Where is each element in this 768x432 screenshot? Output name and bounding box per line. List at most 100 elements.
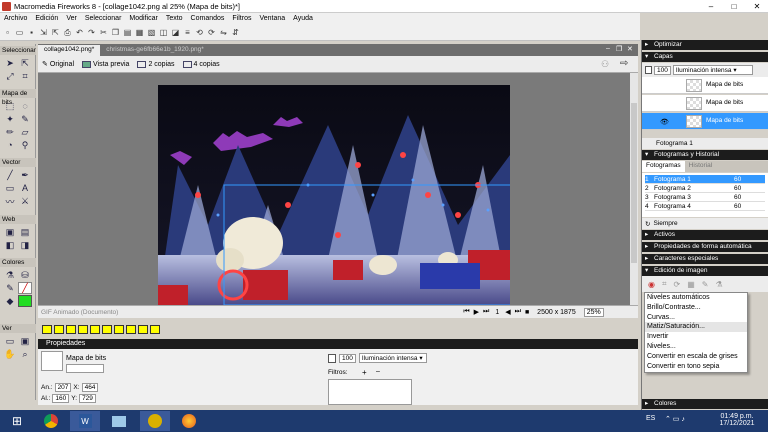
loop-setting[interactable]: Siempre	[653, 220, 677, 227]
panel-optimizar[interactable]: Optimizar	[642, 40, 768, 50]
panel-edicion-imagen[interactable]: Edición de imagen	[642, 266, 768, 276]
panel-caracteres[interactable]: Caracteres especiales	[642, 254, 768, 264]
fireworks-taskbar-icon[interactable]	[140, 411, 170, 431]
panel-fotogramas[interactable]: Fotogramas y Historial	[642, 150, 768, 160]
menu-modificar[interactable]: Modificar	[125, 13, 161, 25]
word-taskbar-icon[interactable]: W	[70, 411, 100, 431]
menu-ver[interactable]: Ver	[62, 13, 81, 25]
tab-fotogramas[interactable]: Fotogramas	[642, 161, 685, 172]
next-frame-button[interactable]: ⏭	[483, 308, 489, 316]
canvas-vertical-scrollbar[interactable]	[630, 73, 638, 305]
cut-icon[interactable]: ✂	[98, 27, 109, 38]
menu-item-sepia[interactable]: Convertir en tono sepia	[645, 362, 747, 372]
doc-minimize-button[interactable]: –	[606, 45, 610, 52]
panel-propiedades-forma[interactable]: Propiedades de forma automática	[642, 242, 768, 252]
bring-front-icon[interactable]	[138, 324, 148, 334]
pencil-tool-icon[interactable]: ✏	[3, 126, 17, 138]
hotspot-tool-icon[interactable]: ▣	[3, 226, 17, 238]
christmas-collage-image[interactable]	[158, 85, 510, 305]
text-tool-icon[interactable]: A	[18, 182, 32, 194]
frame-row[interactable]: 3 Fotograma 3 60	[645, 193, 765, 202]
lasso-tool-icon[interactable]: ◌	[18, 100, 32, 112]
pen-tool-icon[interactable]: ✒	[18, 169, 32, 181]
layer-row-selected[interactable]: 👁 Mapa de bits	[642, 113, 768, 130]
width-input[interactable]: 207	[54, 383, 72, 392]
rotate-right-icon[interactable]: ⟳	[206, 27, 217, 38]
align-left-icon[interactable]	[42, 324, 52, 334]
magic-wand-tool-icon[interactable]: ✦	[3, 113, 17, 125]
no-stroke-swatch-icon[interactable]: ╱	[18, 282, 32, 294]
hand-tool-icon[interactable]: ✋	[3, 348, 17, 360]
crop-icon[interactable]: ⌗	[662, 279, 667, 289]
new-file-icon[interactable]: ▫	[2, 27, 13, 38]
tab-collage1042[interactable]: collage1042.png*	[38, 45, 101, 56]
standard-mode-icon[interactable]: ▭	[3, 335, 17, 347]
scale-tool-icon[interactable]: ⤢	[3, 70, 17, 82]
eye-icon[interactable]: 👁	[660, 118, 669, 126]
align-icon[interactable]: ≡	[182, 27, 193, 38]
y-input[interactable]: 729	[79, 394, 96, 403]
align-top-icon[interactable]	[78, 324, 88, 334]
first-frame-button[interactable]: ⏮	[463, 308, 469, 316]
x-input[interactable]: 464	[81, 383, 99, 392]
distribute-h-icon[interactable]	[114, 324, 124, 334]
flip-horizontal-icon[interactable]: ⇋	[218, 27, 229, 38]
tray-icons[interactable]: ⌃ ▭ ♪	[665, 415, 685, 423]
freeform-tool-icon[interactable]: 〰	[3, 195, 17, 207]
document-size-label[interactable]: 2500 x 1875	[537, 309, 576, 316]
tab-historial[interactable]: Historial	[685, 161, 716, 172]
paint-bucket-tool-icon[interactable]: ⛁	[18, 269, 32, 281]
canvas-area[interactable]	[38, 73, 630, 305]
layer-row[interactable]: Mapa de bits	[642, 95, 768, 112]
brush-tool-icon[interactable]: ✎	[18, 113, 32, 125]
marquee-tool-icon[interactable]: ⬚	[3, 100, 17, 112]
tab-christmas[interactable]: christmas-ge6fb66e1b_1920.png*	[100, 45, 210, 56]
frame-row[interactable]: 4 Fotograma 4 60	[645, 202, 765, 211]
maximize-button[interactable]: □	[723, 0, 745, 13]
menu-ventana[interactable]: Ventana	[255, 13, 289, 25]
flip-vertical-icon[interactable]: ⇵	[230, 27, 241, 38]
panel-colores[interactable]: Colores	[642, 399, 768, 409]
fill-color-icon[interactable]: ◆	[3, 295, 17, 307]
group-icon[interactable]: ▦	[134, 27, 145, 38]
onion-skin-icon[interactable]: ⚇	[601, 59, 609, 70]
view-4up-button[interactable]: 4 copias	[182, 60, 220, 68]
open-file-icon[interactable]: ▭	[14, 27, 25, 38]
print-icon[interactable]: ⎙	[62, 27, 73, 38]
eraser-tool-icon[interactable]: ▱	[18, 126, 32, 138]
knife-tool-icon[interactable]: ⚔	[18, 195, 32, 207]
menu-item-levels[interactable]: Niveles...	[645, 342, 747, 352]
last-frame-button[interactable]: ⏭	[515, 308, 521, 316]
align-bottom-icon[interactable]	[102, 324, 112, 334]
eyedropper-tool-icon[interactable]: ⚗	[3, 269, 17, 281]
layer-opacity-input[interactable]: 100	[654, 65, 671, 75]
send-back-icon[interactable]	[150, 324, 160, 334]
menu-archivo[interactable]: Archivo	[0, 13, 31, 25]
align-center-icon[interactable]	[54, 324, 64, 334]
red-eye-icon[interactable]: ◉	[648, 280, 655, 289]
subselect-tool-icon[interactable]: ⇱	[18, 57, 32, 69]
menu-filtros[interactable]: Filtros	[228, 13, 255, 25]
slice-tool-icon[interactable]: ▤	[18, 226, 32, 238]
layer-blend-dropdown[interactable]: Iluminación intensa ▾	[672, 65, 753, 75]
export-icon[interactable]: ⇱	[50, 27, 61, 38]
menu-item-grayscale[interactable]: Convertir en escala de grises	[645, 352, 747, 362]
paste-icon[interactable]: ▤	[122, 27, 133, 38]
zoom-tool-icon[interactable]: ⌕	[18, 348, 32, 360]
chrome-taskbar-icon[interactable]	[36, 411, 66, 431]
import-icon[interactable]: ⇲	[38, 27, 49, 38]
panel-capas[interactable]: Capas	[642, 52, 768, 62]
filters-list[interactable]	[328, 379, 412, 405]
object-name-input[interactable]	[66, 364, 104, 373]
align-right-icon[interactable]	[66, 324, 76, 334]
levels-icon[interactable]: ▦	[687, 280, 695, 289]
stroke-color-icon[interactable]: ✎	[3, 282, 17, 294]
zoom-dropdown[interactable]: 25%	[583, 307, 604, 317]
line-tool-icon[interactable]: ╱	[3, 169, 17, 181]
dropper-icon[interactable]: ⚗	[715, 280, 722, 289]
join-icon[interactable]: ◫	[158, 27, 169, 38]
undo-icon[interactable]: ↶	[74, 27, 85, 38]
pointer-tool-icon[interactable]: ➤	[3, 57, 17, 69]
start-button[interactable]: ⊞	[2, 411, 32, 431]
copy-icon[interactable]: ❐	[110, 27, 121, 38]
